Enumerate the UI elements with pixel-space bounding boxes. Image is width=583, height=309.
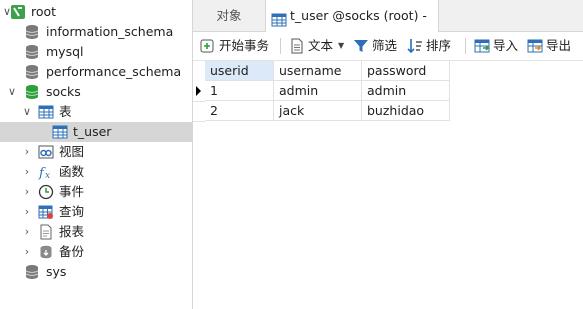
column-header-userid[interactable]: userid — [205, 61, 274, 81]
tree-label: mysql — [46, 44, 84, 59]
tree-item-backups[interactable]: › 备份 — [0, 242, 192, 262]
toolbar-divider — [280, 38, 281, 54]
tree-label: socks — [46, 84, 81, 99]
backup-icon — [38, 244, 54, 260]
table-icon — [271, 8, 287, 27]
table-cell[interactable]: jack — [274, 101, 362, 121]
filter-icon — [353, 38, 369, 54]
tree-label: 查询 — [59, 204, 85, 219]
button-label: 开始事务 — [219, 38, 270, 53]
document-icon — [289, 38, 305, 54]
collapse-caret-icon[interactable]: ∨ — [22, 102, 32, 122]
sort-icon — [407, 38, 423, 54]
table-cell[interactable]: admin — [274, 81, 362, 101]
button-label: 导入 — [493, 38, 519, 53]
tree-item-mysql[interactable]: mysql — [0, 42, 192, 62]
database-icon — [24, 64, 40, 80]
tree-item-sys[interactable]: sys — [0, 262, 192, 282]
connection-icon — [10, 4, 26, 20]
import-icon — [474, 38, 490, 54]
button-label: 导出 — [546, 38, 572, 53]
toolbar-divider — [465, 38, 466, 54]
function-icon: fx — [38, 164, 54, 181]
expand-caret-icon[interactable]: › — [22, 182, 32, 202]
tree-label: 表 — [59, 104, 72, 119]
database-active-icon — [24, 84, 40, 100]
database-icon — [24, 44, 40, 60]
tree-item-events[interactable]: › 事件 — [0, 182, 192, 202]
data-grid: userid username password 1 admin admin 2… — [193, 61, 583, 309]
tree-label: t_user — [73, 124, 112, 139]
svg-text:x: x — [45, 171, 50, 180]
row-marker[interactable] — [193, 101, 205, 122]
tab-bar: 对象 t_user @socks (root) - 表 — [193, 0, 583, 54]
tree-item-queries[interactable]: › 查询 — [0, 202, 192, 222]
tree-label: performance_schema — [46, 64, 182, 79]
database-icon — [24, 24, 40, 40]
tree-label: 报表 — [59, 224, 85, 239]
tree-label: 视图 — [59, 144, 85, 159]
tree-item-functions[interactable]: › fx 函数 — [0, 162, 192, 182]
tree-label: 函数 — [59, 164, 85, 179]
table-cell[interactable]: 1 — [205, 81, 274, 101]
view-icon — [38, 144, 54, 160]
button-label: 文本 — [308, 38, 334, 53]
tree-item-t-user[interactable]: t_user — [0, 122, 192, 142]
expand-caret-icon[interactable]: › — [22, 202, 32, 222]
clock-icon — [38, 184, 54, 200]
tab-t-user[interactable]: t_user @socks (root) - 表 — [265, 0, 439, 54]
column-header-username[interactable]: username — [274, 61, 362, 81]
table-cell[interactable]: buzhidao — [362, 101, 450, 121]
column-header-password[interactable]: password — [362, 61, 450, 81]
tree-item-reports[interactable]: › 报表 — [0, 222, 192, 242]
button-label: 排序 — [426, 38, 452, 53]
expand-caret-icon[interactable]: › — [22, 242, 32, 262]
transaction-icon — [200, 38, 216, 54]
button-label: 筛选 — [372, 38, 398, 53]
table-cell[interactable]: 2 — [205, 101, 274, 121]
tree-label: information_schema — [46, 24, 174, 39]
tree-item-information-schema[interactable]: information_schema — [0, 22, 192, 42]
dropdown-arrow-icon: ▼ — [338, 41, 345, 50]
navigator-tree: ∨ root information_schema mysql performa… — [0, 0, 193, 309]
tree-label: root — [31, 4, 57, 19]
toolbar: 开始事务 文本 ▼ 筛选 排序 导入 导出 — [193, 32, 583, 61]
tree-item-root[interactable]: ∨ root — [0, 2, 192, 22]
expand-caret-icon[interactable]: › — [22, 222, 32, 242]
tab-objects[interactable]: 对象 — [193, 0, 265, 31]
tree-item-socks[interactable]: ∨ socks — [0, 82, 192, 102]
table-folder-icon — [38, 104, 54, 120]
tree-label: 备份 — [59, 244, 85, 259]
table-icon — [52, 124, 68, 140]
tree-item-tables[interactable]: ∨ 表 — [0, 102, 192, 122]
current-row-marker[interactable] — [193, 81, 205, 102]
expand-caret-icon[interactable]: › — [22, 162, 32, 182]
report-icon — [38, 224, 54, 240]
database-icon — [24, 264, 40, 280]
tree-label: sys — [46, 264, 67, 279]
export-icon — [527, 38, 543, 54]
collapse-caret-icon[interactable]: ∨ — [7, 82, 17, 102]
tree-item-views[interactable]: › 视图 — [0, 142, 192, 162]
expand-caret-icon[interactable]: › — [22, 142, 32, 162]
tree-label: 事件 — [59, 184, 85, 199]
query-icon — [38, 204, 54, 220]
tree-item-performance-schema[interactable]: performance_schema — [0, 62, 192, 82]
table-cell[interactable]: admin — [362, 81, 450, 101]
